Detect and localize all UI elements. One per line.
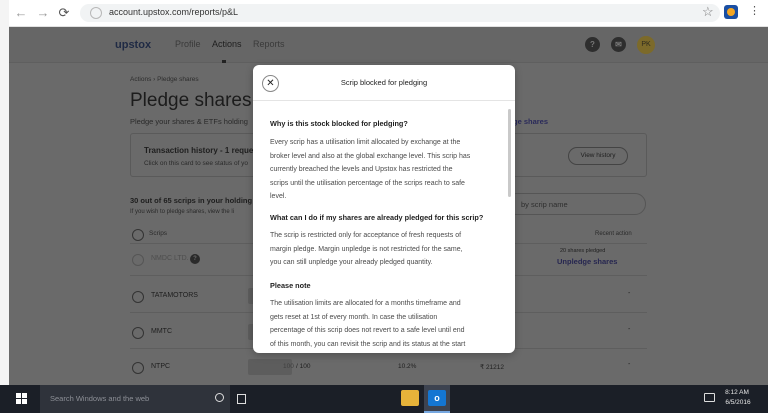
clock-date[interactable]: 6/5/2016 <box>721 399 755 406</box>
url-text: account.upstox.com/reports/p&L <box>109 7 239 17</box>
search-placeholder: by scrip name <box>521 200 568 209</box>
taskbar-search-input[interactable]: Search Windows and the web <box>40 385 230 413</box>
row-checkbox[interactable] <box>132 327 144 339</box>
nav-reports[interactable]: Reports <box>253 39 285 49</box>
utilisation-percent: 10.2% <box>398 363 417 370</box>
mail-icon[interactable]: ✉ <box>611 37 626 52</box>
scrip-name: NMDC LTD. <box>151 255 189 262</box>
scrips-note: If you wish to pledge shares, view the l… <box>130 209 235 215</box>
recent-action-value: - <box>628 326 631 333</box>
recent-action-value: - <box>628 290 631 297</box>
scrip-search-input[interactable]: by scrip name <box>506 193 646 215</box>
help-icon[interactable]: ? <box>585 37 600 52</box>
bookmark-star-icon[interactable]: ☆ <box>702 4 714 20</box>
pledged-note: 20 shares pledged <box>560 248 606 254</box>
nav-profile[interactable]: Profile <box>175 39 201 49</box>
pledge-shares-link[interactable]: ge shares <box>513 117 548 126</box>
scrip-name: MMTC <box>151 328 172 335</box>
modal-header: ✕ Scrip blocked for pledging <box>253 65 515 101</box>
scrip-blocked-modal: ✕ Scrip blocked for pledging Why is this… <box>253 65 515 353</box>
left-edge-strip <box>0 0 9 385</box>
page-subtitle: Pledge your shares & ETFs holding <box>130 117 248 126</box>
section-heading: What can I do if my shares are already p… <box>270 213 484 222</box>
top-navigation: upstox Profile Actions Reports ? ✉ PK <box>9 27 768 63</box>
scrips-count: 30 out of 65 scrips in your holding <box>130 196 253 205</box>
modal-scrollbar[interactable] <box>508 109 511 197</box>
page-title: Pledge shares <box>130 90 252 111</box>
select-all-checkbox[interactable] <box>132 229 144 241</box>
search-icon[interactable] <box>215 393 224 402</box>
transaction-card-subtitle: Click on this card to see status of yo <box>144 160 249 167</box>
browser-menu-icon[interactable]: ⋮ <box>749 4 760 17</box>
section-paragraph: Every scrip has a utilisation limit allo… <box>270 139 471 201</box>
file-explorer-icon[interactable] <box>401 390 419 406</box>
modal-body[interactable]: Why is this stock blocked for pledging? … <box>270 101 498 353</box>
row-checkbox[interactable] <box>132 362 144 374</box>
windows-taskbar: Search Windows and the web o 8:12 AM 6/5… <box>0 385 768 413</box>
nav-actions[interactable]: Actions <box>212 39 242 49</box>
row-checkbox[interactable] <box>132 254 144 266</box>
transaction-card-title: Transaction history - 1 request <box>144 146 261 155</box>
view-history-button[interactable]: View history <box>568 147 628 165</box>
section-heading: Please note <box>270 281 311 290</box>
back-arrow-icon[interactable]: ← <box>13 5 29 21</box>
forward-arrow-icon[interactable]: → <box>35 5 51 21</box>
section-paragraph: The utilisation limits are allocated for… <box>270 300 466 348</box>
quantity-value: 100 <box>283 363 294 370</box>
table-row: NTPC 100 / 100 10.2% ₹ 21212 - <box>130 352 647 384</box>
recent-action-value: - <box>628 361 631 368</box>
column-recent-action: Recent action <box>595 231 632 237</box>
quantity-max: / 100 <box>296 363 311 370</box>
row-checkbox[interactable] <box>132 291 144 303</box>
address-bar[interactable]: account.upstox.com/reports/p&L <box>80 4 720 22</box>
reload-icon[interactable]: ⟳ <box>56 5 72 21</box>
extension-icon[interactable] <box>724 5 738 19</box>
task-view-icon[interactable] <box>237 394 246 404</box>
outlook-icon: o <box>428 390 446 406</box>
upstox-logo[interactable]: upstox <box>115 39 151 51</box>
nav-active-indicator <box>222 60 226 63</box>
site-info-icon[interactable] <box>90 7 102 19</box>
unpledge-shares-link[interactable]: Unpledge shares <box>557 257 617 266</box>
taskbar-search-placeholder: Search Windows and the web <box>50 394 150 403</box>
browser-toolbar: ← → ⟳ account.upstox.com/reports/p&L ☆ ⋮ <box>9 0 768 27</box>
scrip-name: TATAMOTORS <box>151 292 198 299</box>
section-heading: Why is this stock blocked for pledging? <box>270 119 408 128</box>
column-scrips: Scrips <box>149 230 168 237</box>
section-paragraph: The scrip is restricted only for accepta… <box>270 232 463 267</box>
clock-time[interactable]: 8:12 AM <box>723 389 751 396</box>
help-icon[interactable]: ? <box>190 254 200 264</box>
notifications-icon[interactable] <box>704 393 715 402</box>
outlook-taskbar-button[interactable]: o <box>424 385 450 413</box>
breadcrumb: Actions › Pledge shares <box>130 76 199 83</box>
avatar[interactable]: PK <box>637 36 655 54</box>
modal-title: Scrip blocked for pledging <box>340 78 428 87</box>
windows-start-icon[interactable] <box>16 393 28 405</box>
value-amount: ₹ 21212 <box>480 364 505 371</box>
scrip-name: NTPC <box>151 363 171 370</box>
